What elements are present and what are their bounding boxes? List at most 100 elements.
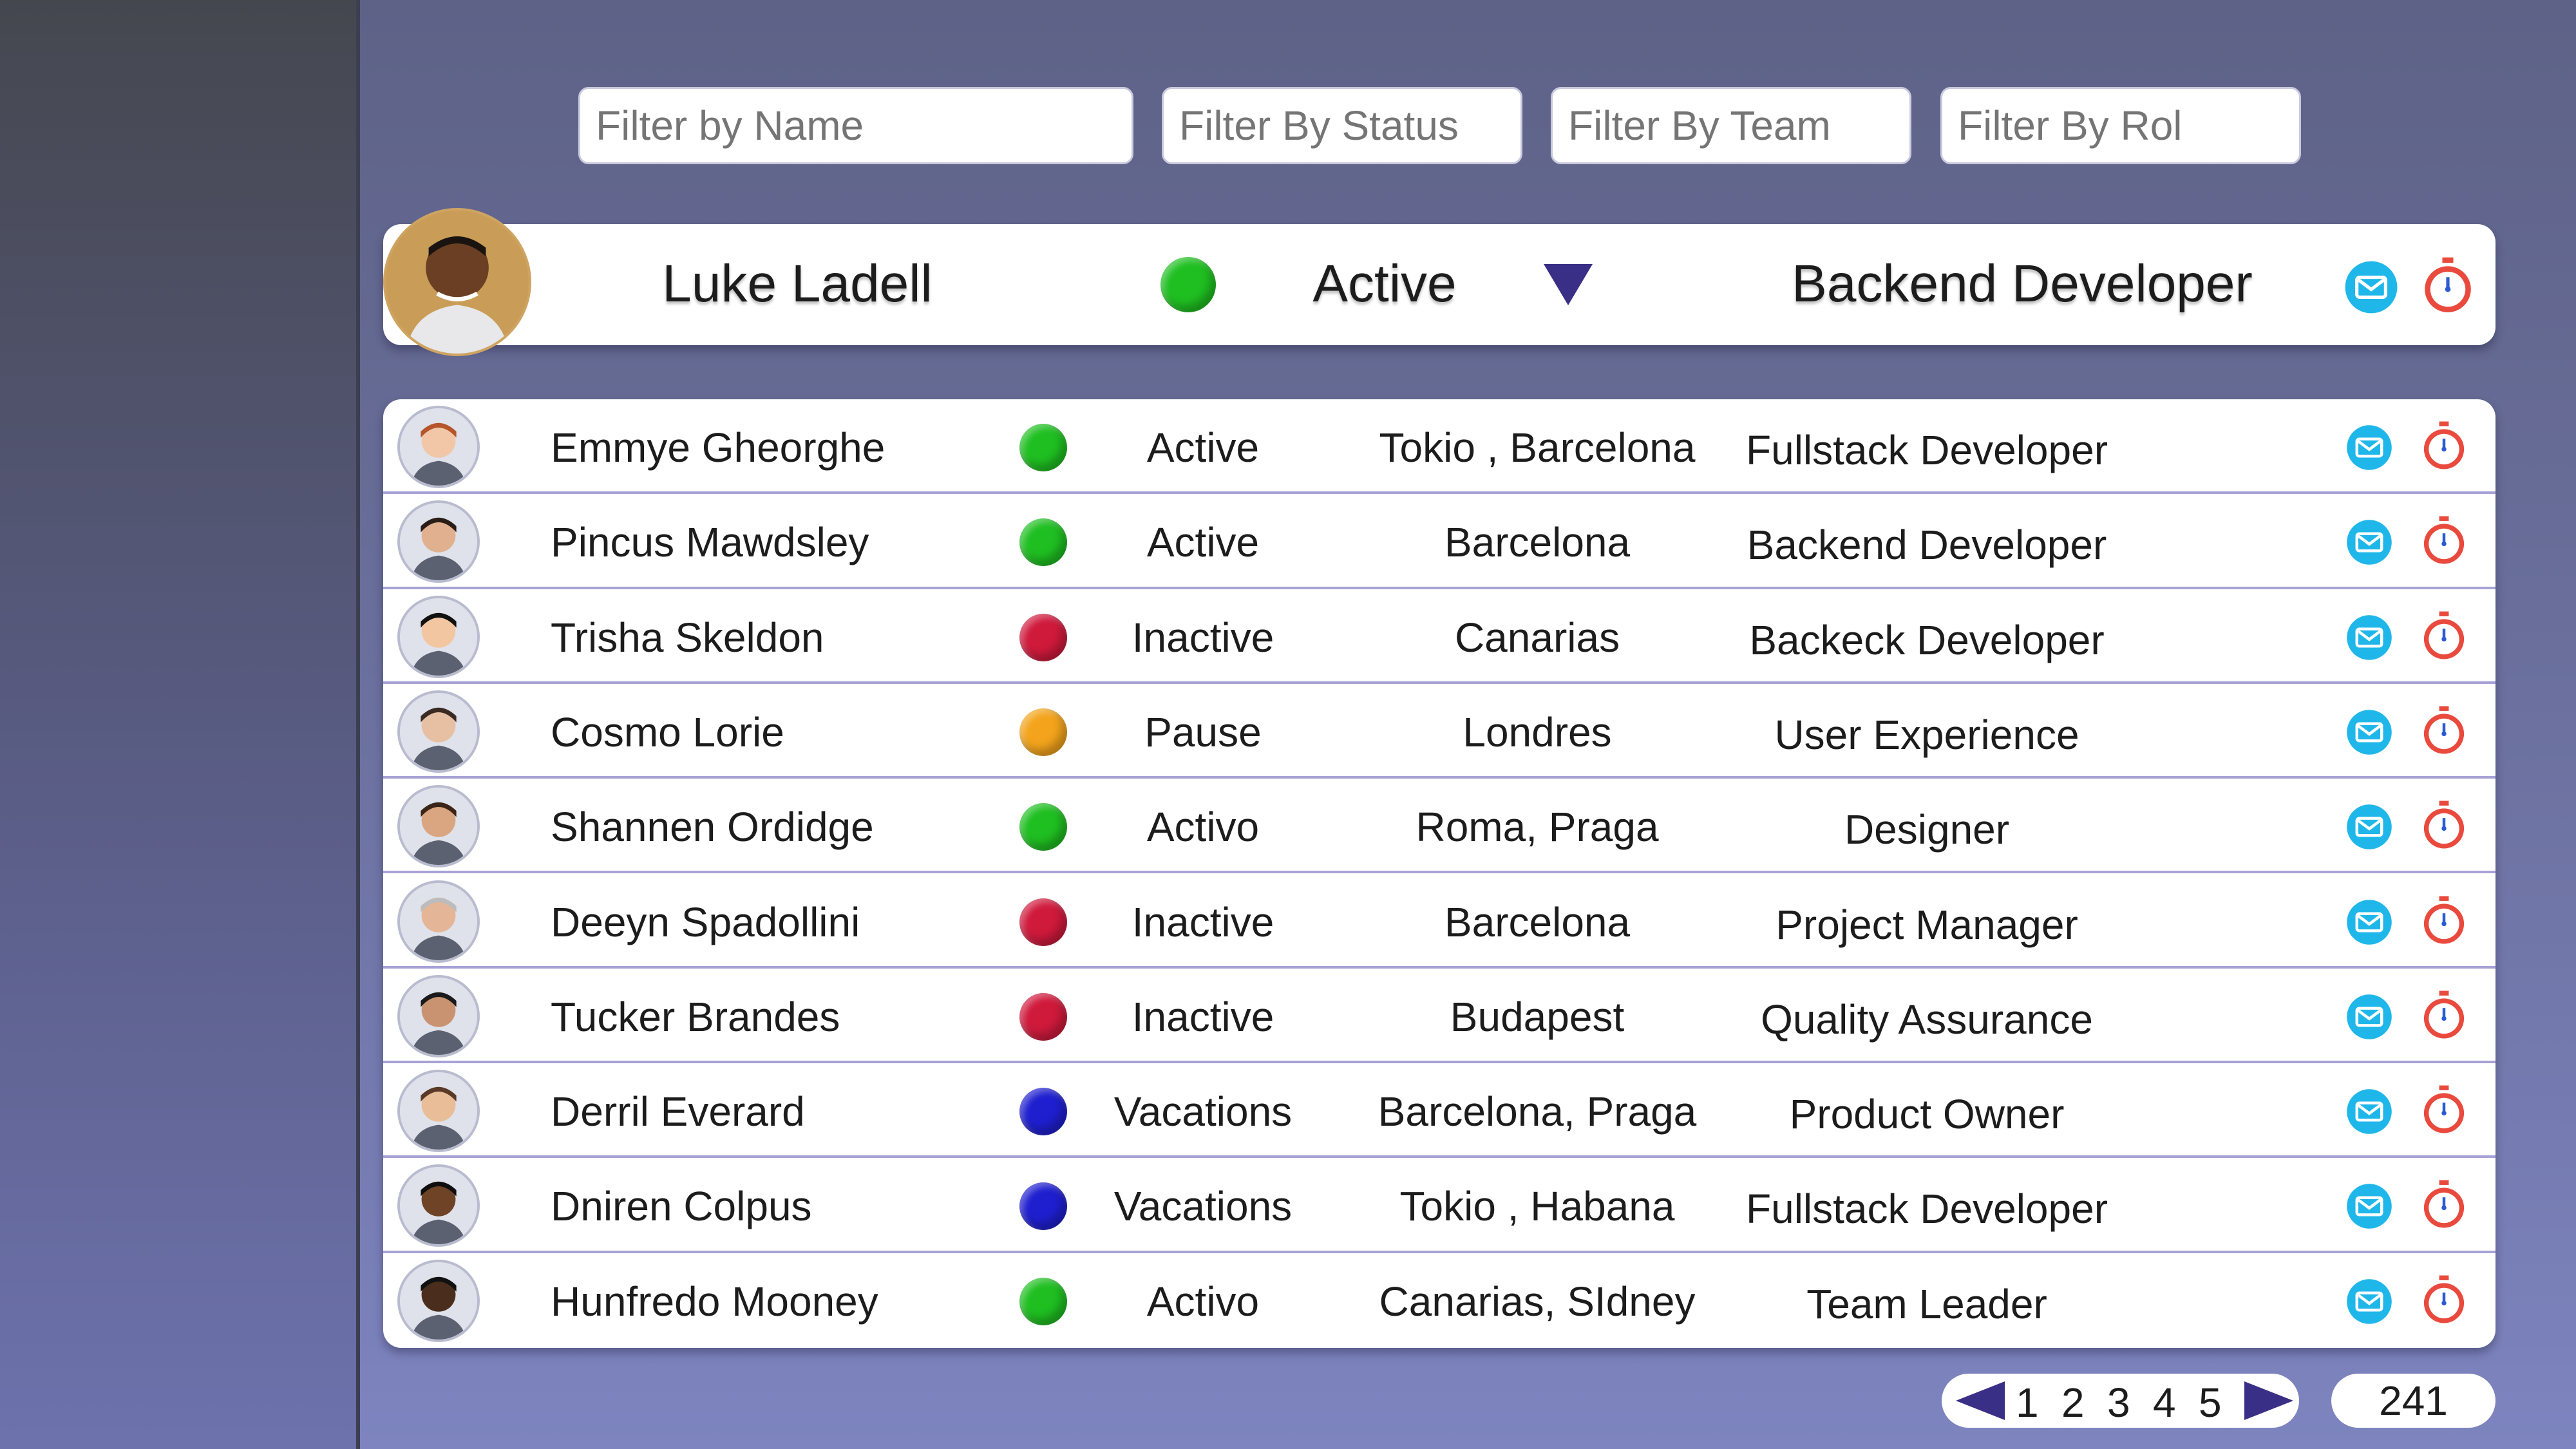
mail-icon[interactable] — [2345, 898, 2393, 946]
user-role: Product Owner — [1789, 1091, 2065, 1138]
arrow-right-icon[interactable] — [2243, 1380, 2295, 1421]
status-dot — [1019, 898, 1067, 946]
user-name: Emmye Gheorghe — [551, 424, 886, 471]
user-avatar — [397, 690, 480, 773]
status-dot — [1019, 1088, 1067, 1136]
user-status: Activo — [1146, 1278, 1260, 1325]
table-row[interactable]: Deeyn Spadollini Inactive Barcelona Project… — [383, 874, 2496, 969]
user-status: Vacations — [1113, 1088, 1293, 1135]
user-status: Vacations — [1113, 1183, 1293, 1230]
table-row[interactable]: Hunfredo Mooney Activo Canarias, SIdney Tea… — [383, 1253, 2496, 1348]
table-row[interactable]: Dniren Colpus Vacations Tokio , Habana Full… — [383, 1158, 2496, 1253]
user-team: Roma, Praga — [1416, 804, 1659, 851]
user-role: Fullstack Developer — [1746, 1186, 2108, 1233]
user-status: Active — [1146, 424, 1260, 471]
filter-team-input[interactable] — [1551, 87, 1911, 164]
user-name: Dniren Colpus — [551, 1183, 812, 1230]
user-role: Quality Assurance — [1761, 996, 2093, 1043]
user-role: Team Leader — [1806, 1280, 2047, 1327]
table-row[interactable]: Trisha Skeldon Inactive Canarias Backeck De… — [383, 589, 2496, 684]
selected-user-status: Active — [1312, 254, 1457, 313]
status-dot — [1019, 803, 1067, 851]
stopwatch-icon[interactable] — [2420, 1179, 2468, 1231]
selected-user-role: Backend Developer — [1792, 254, 2253, 313]
stopwatch-icon[interactable] — [2420, 421, 2468, 472]
selected-user-card[interactable]: Luke Ladell Active Backend Developer — [383, 208, 2496, 356]
user-team: Barcelona, Praga — [1378, 1088, 1697, 1135]
user-name: Hunfredo Mooney — [551, 1278, 878, 1325]
mail-icon[interactable] — [2345, 1278, 2393, 1325]
table-row[interactable]: Derril Everard Vacations Barcelona, Praga P… — [383, 1063, 2496, 1159]
mail-icon[interactable] — [2345, 803, 2393, 851]
user-name: Cosmo Lorie — [551, 708, 784, 755]
status-dot — [1019, 992, 1067, 1041]
arrow-left-icon[interactable] — [1955, 1380, 2006, 1421]
page-2[interactable]: 2 — [2061, 1379, 2085, 1426]
filter-role-input[interactable] — [1940, 87, 2301, 164]
status-dot — [1019, 1277, 1067, 1325]
selected-status-dot — [1160, 257, 1216, 312]
sidebar — [0, 0, 356, 1449]
table-row[interactable]: Pincus Mawdsley Active Barcelona Backend De… — [383, 494, 2496, 589]
pagination: 1 2 3 4 5 — [1942, 1374, 2299, 1428]
mail-icon[interactable] — [2345, 993, 2393, 1041]
table-row[interactable]: Cosmo Lorie Pause Londres User Experience — [383, 684, 2496, 779]
user-role: Fullstack Developer — [1746, 427, 2108, 473]
user-team: Tokio , Habana — [1399, 1183, 1675, 1230]
user-status: Activo — [1146, 804, 1260, 851]
sidebar-divider — [356, 0, 360, 1449]
stopwatch-icon[interactable] — [2420, 705, 2468, 757]
triangle-down-icon[interactable] — [1542, 263, 1594, 307]
table-row[interactable]: Tucker Brandes Inactive Budapest Quality As… — [383, 969, 2496, 1064]
user-name: Trisha Skeldon — [551, 614, 824, 661]
mail-icon[interactable] — [2345, 424, 2393, 471]
mail-icon[interactable] — [2345, 614, 2393, 661]
user-name: Pincus Mawdsley — [551, 519, 869, 566]
user-avatar — [397, 1070, 480, 1153]
filter-status-input[interactable] — [1162, 87, 1522, 164]
user-team: Londres — [1463, 708, 1612, 755]
stopwatch-icon[interactable] — [2420, 515, 2468, 567]
mail-icon[interactable] — [2345, 1088, 2393, 1135]
filter-name-input[interactable] — [578, 87, 1133, 164]
user-team: Budapest — [1450, 993, 1625, 1040]
user-name: Derril Everard — [551, 1088, 805, 1135]
stopwatch-icon[interactable] — [2420, 1084, 2468, 1136]
table-row[interactable]: Emmye Gheorghe Active Tokio , Barcelona Ful… — [383, 399, 2496, 495]
user-status: Pause — [1144, 708, 1262, 755]
mail-icon[interactable] — [2344, 260, 2399, 315]
stopwatch-icon[interactable] — [2420, 895, 2468, 947]
page-4[interactable]: 4 — [2153, 1379, 2176, 1426]
user-avatar — [397, 785, 480, 868]
stopwatch-icon[interactable] — [2420, 1274, 2468, 1326]
mail-icon[interactable] — [2345, 518, 2393, 566]
user-avatar — [397, 1164, 480, 1247]
stopwatch-icon[interactable] — [2420, 256, 2476, 316]
user-team: Canarias, SIdney — [1379, 1278, 1696, 1325]
user-team: Tokio , Barcelona — [1379, 424, 1696, 471]
users-table: Emmye Gheorghe Active Tokio , Barcelona Ful… — [383, 399, 2496, 1348]
user-team: Barcelona — [1444, 898, 1631, 945]
user-role: Backeck Developer — [1749, 616, 2105, 663]
page-3[interactable]: 3 — [2107, 1379, 2130, 1426]
stopwatch-icon[interactable] — [2420, 611, 2468, 662]
table-row[interactable]: Shannen Ordidge Activo Roma, Praga Designer — [383, 779, 2496, 874]
user-avatar — [397, 406, 480, 488]
user-avatar — [397, 880, 480, 963]
user-team: Canarias — [1454, 614, 1620, 661]
status-dot — [1019, 1182, 1067, 1231]
stopwatch-icon[interactable] — [2420, 800, 2468, 851]
stopwatch-icon[interactable] — [2420, 990, 2468, 1041]
user-role: Backend Developer — [1747, 522, 2107, 569]
mail-icon[interactable] — [2345, 708, 2393, 756]
mail-icon[interactable] — [2345, 1182, 2393, 1230]
page-5[interactable]: 5 — [2199, 1379, 2222, 1426]
page-1[interactable]: 1 — [2016, 1379, 2039, 1426]
user-status: Inactive — [1132, 993, 1274, 1040]
user-status: Active — [1146, 519, 1260, 566]
user-avatar — [397, 1259, 480, 1342]
user-avatar — [397, 595, 480, 678]
user-role: Project Manager — [1776, 901, 2078, 948]
user-name: Tucker Brandes — [551, 993, 840, 1040]
user-avatar — [397, 500, 480, 583]
